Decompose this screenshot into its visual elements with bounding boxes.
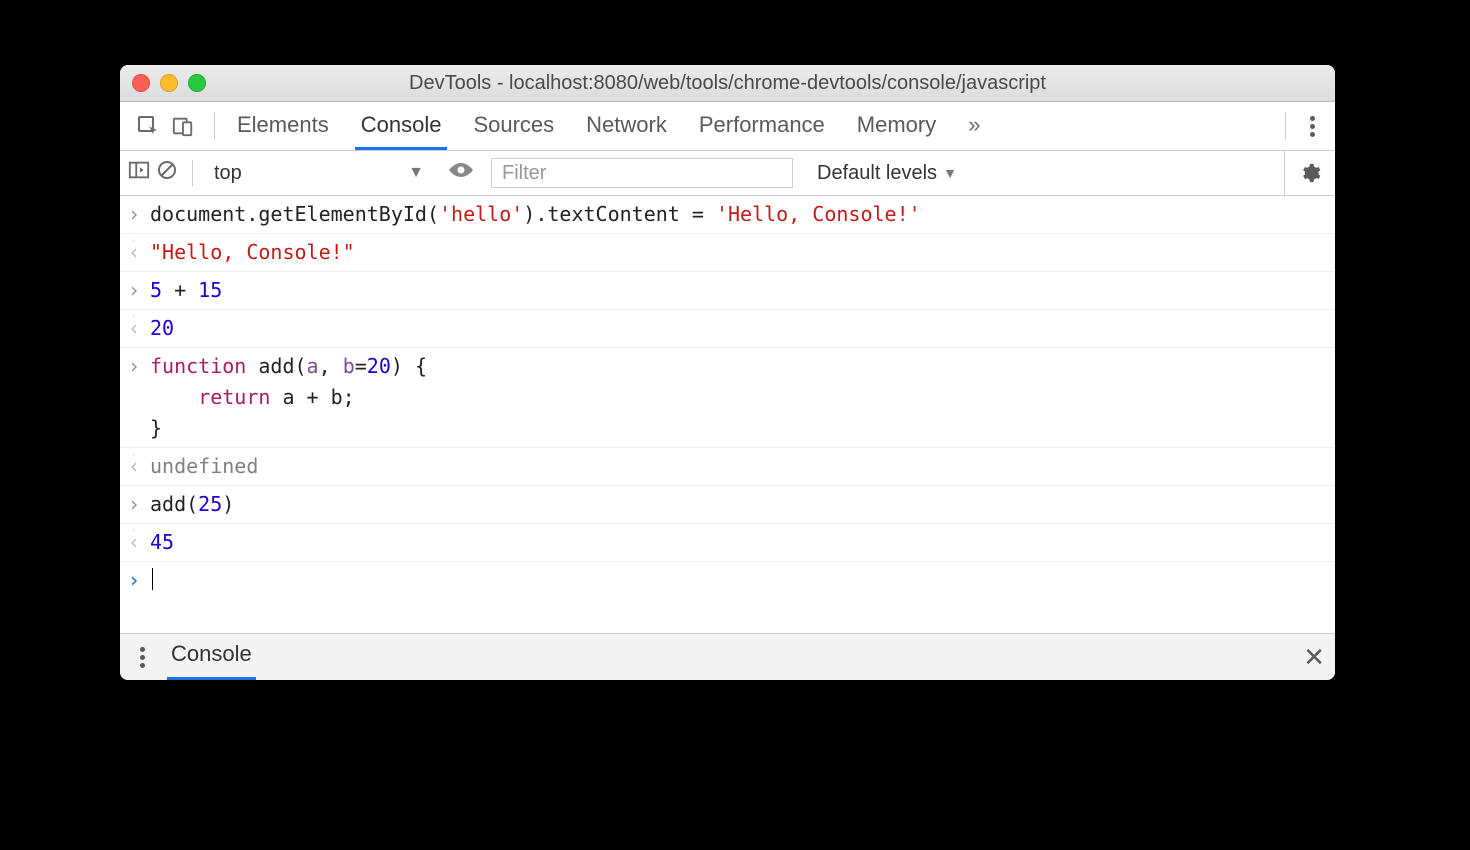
chevron-down-icon: ▼ (943, 165, 957, 181)
window-controls (132, 74, 206, 92)
output-marker-icon: ‹· (128, 237, 150, 268)
tab-console[interactable]: Console (359, 104, 444, 149)
drawer: Console ✕ (120, 633, 1335, 680)
input-marker-icon: › (128, 351, 150, 382)
log-levels-label: Default levels (817, 162, 937, 185)
tab-sources[interactable]: Sources (471, 104, 556, 149)
console-settings-icon[interactable] (1284, 151, 1327, 195)
output-marker-icon: ‹· (128, 313, 150, 344)
toolbar-separator (214, 112, 215, 140)
close-drawer-icon[interactable]: ✕ (1303, 642, 1325, 673)
console-output-row: ‹·undefined (120, 448, 1335, 486)
input-marker-icon: › (128, 199, 150, 230)
console-output[interactable]: ›document.getElementById('hello').textCo… (120, 196, 1335, 633)
tab-elements[interactable]: Elements (235, 104, 331, 149)
device-toolbar-icon[interactable] (172, 114, 194, 138)
console-output-row: ‹·45 (120, 524, 1335, 562)
context-selector-label: top (214, 162, 242, 185)
filter-input[interactable] (491, 158, 793, 188)
titlebar: DevTools - localhost:8080/web/tools/chro… (120, 65, 1335, 102)
log-levels-select[interactable]: Default levels ▼ (817, 162, 957, 185)
zoom-window-button[interactable] (188, 74, 206, 92)
tab-network[interactable]: Network (584, 104, 669, 149)
inspect-element-icon[interactable] (136, 114, 160, 138)
console-filterbar: top ▼ Default levels ▼ (120, 151, 1335, 196)
devtools-window: DevTools - localhost:8080/web/tools/chro… (120, 65, 1335, 680)
console-input-row: ›add(25) (120, 486, 1335, 524)
window-title: DevTools - localhost:8080/web/tools/chro… (120, 72, 1335, 95)
tabs-overflow-button[interactable]: » (966, 104, 978, 149)
clear-console-icon[interactable] (156, 159, 178, 187)
console-row-content: 5 + 15 (150, 275, 222, 306)
tab-memory[interactable]: Memory (855, 104, 938, 149)
console-input-row: ›document.getElementById('hello').textCo… (120, 196, 1335, 234)
input-marker-icon: › (128, 275, 150, 306)
console-output-row: ‹·"Hello, Console!" (120, 234, 1335, 272)
close-window-button[interactable] (132, 74, 150, 92)
console-row-content: "Hello, Console!" (150, 237, 355, 268)
output-marker-icon: ‹· (128, 451, 150, 482)
panel-tabs: Elements Console Sources Network Perform… (235, 104, 979, 149)
chevron-down-icon: ▼ (408, 164, 424, 182)
context-selector[interactable]: top ▼ (207, 159, 431, 188)
toggle-sidebar-icon[interactable] (128, 160, 150, 186)
toolbar-separator (192, 160, 193, 186)
prompt-marker-icon: › (128, 565, 150, 596)
live-expression-icon[interactable] (447, 160, 475, 186)
drawer-tab-console[interactable]: Console (167, 635, 256, 679)
console-row-content: add(25) (150, 489, 234, 520)
console-input-row: ›5 + 15 (120, 272, 1335, 310)
drawer-menu-icon[interactable] (130, 641, 155, 674)
console-prompt-input[interactable] (150, 565, 153, 596)
input-marker-icon: › (128, 489, 150, 520)
settings-menu-icon[interactable] (1300, 110, 1325, 143)
output-marker-icon: ‹· (128, 527, 150, 558)
console-output-row: ‹·20 (120, 310, 1335, 348)
console-row-content: undefined (150, 451, 258, 482)
console-row-content: 45 (150, 527, 174, 558)
toolbar-separator (1285, 112, 1286, 140)
main-toolbar: Elements Console Sources Network Perform… (120, 102, 1335, 151)
minimize-window-button[interactable] (160, 74, 178, 92)
console-prompt-row[interactable]: › (120, 562, 1335, 599)
console-row-content: document.getElementById('hello').textCon… (150, 199, 921, 230)
console-input-row: ›function add(a, b=20) { return a + b; } (120, 348, 1335, 448)
console-row-content: 20 (150, 313, 174, 344)
tab-performance[interactable]: Performance (697, 104, 827, 149)
console-row-content: function add(a, b=20) { return a + b; } (150, 351, 427, 444)
